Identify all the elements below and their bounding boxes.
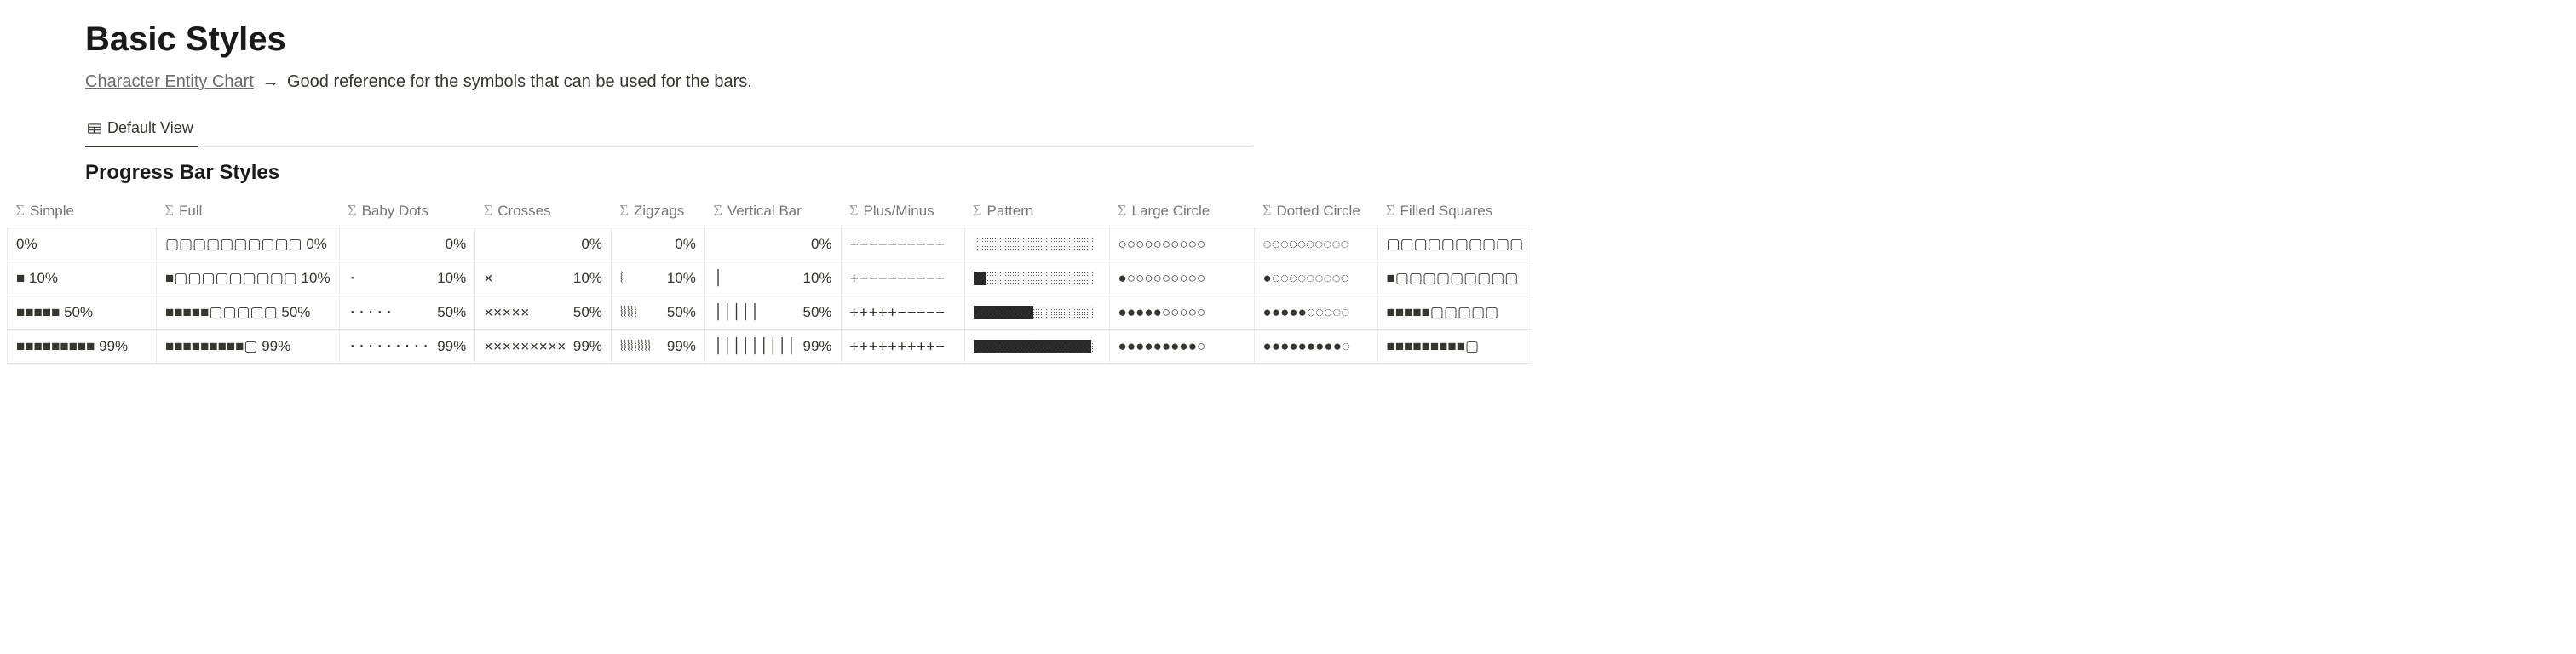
cell: ■▢▢▢▢▢▢▢▢▢ 10% (157, 261, 340, 295)
cell: ■■■■■▢▢▢▢▢ (1377, 295, 1532, 330)
cell: ●●●●●●●●●○ (1109, 330, 1254, 364)
col-crosses[interactable]: ΣCrosses (475, 195, 612, 227)
progress-bar-table: ΣSimple ΣFull ΣBaby Dots ΣCrosses ΣZigza… (7, 195, 1532, 364)
col-pattern[interactable]: ΣPattern (964, 195, 1109, 227)
cell: ●●●●●○○○○○ (1109, 295, 1254, 330)
table-row[interactable]: ■ 10%■▢▢▢▢▢▢▢▢▢ 10%·10%×10%⦚10%│10%+−−−−… (8, 261, 1532, 295)
cell: ⦚10% (611, 261, 704, 295)
col-vertical-bar[interactable]: ΣVertical Bar (704, 195, 841, 227)
table-row[interactable]: ■■■■■ 50%■■■■■▢▢▢▢▢ 50%·····50%×××××50%⦚… (8, 295, 1532, 330)
col-simple[interactable]: ΣSimple (8, 195, 157, 227)
cell: ▢▢▢▢▢▢▢▢▢▢ (1377, 227, 1532, 261)
cell (964, 261, 1109, 295)
col-zigzags[interactable]: ΣZigzags (611, 195, 704, 227)
view-tabs: Default View (85, 112, 1252, 147)
cell: ×××××50% (475, 295, 612, 330)
cell: ■■■■■■■■■▢ (1377, 330, 1532, 364)
table-header-row: ΣSimple ΣFull ΣBaby Dots ΣCrosses ΣZigza… (8, 195, 1532, 227)
cell: ■▢▢▢▢▢▢▢▢▢ (1377, 261, 1532, 295)
col-large-circle[interactable]: ΣLarge Circle (1109, 195, 1254, 227)
cell: ·····50% (339, 295, 475, 330)
cell: ⦚⦚⦚⦚⦚50% (611, 295, 704, 330)
col-baby-dots[interactable]: ΣBaby Dots (339, 195, 475, 227)
cell: │10% (704, 261, 841, 295)
cell: ●●●●●◌◌◌◌◌ (1254, 295, 1377, 330)
cell: −−−−−−−−−− (841, 227, 964, 261)
col-filled-squares[interactable]: ΣFilled Squares (1377, 195, 1532, 227)
cell: │││││││││99% (704, 330, 841, 364)
tab-label: Default View (107, 119, 193, 137)
cell: 0% (704, 227, 841, 261)
page-title: Basic Styles (85, 20, 2576, 59)
cell: 0% (475, 227, 612, 261)
cell: 0% (8, 227, 157, 261)
cell: │││││50% (704, 295, 841, 330)
cell: ○○○○○○○○○○ (1109, 227, 1254, 261)
cell: +++++++++− (841, 330, 964, 364)
cell: ■■■■■▢▢▢▢▢ 50% (157, 295, 340, 330)
cell: 0% (339, 227, 475, 261)
cell: ●●●●●●●●●◌ (1254, 330, 1377, 364)
cell (964, 295, 1109, 330)
cell: ■■■■■ 50% (8, 295, 157, 330)
cell: 0% (611, 227, 704, 261)
cell (964, 227, 1109, 261)
cell: ■■■■■■■■■▢ 99% (157, 330, 340, 364)
cell: ●◌◌◌◌◌◌◌◌◌ (1254, 261, 1377, 295)
cell: ▢▢▢▢▢▢▢▢▢▢ 0% (157, 227, 340, 261)
tab-default-view[interactable]: Default View (85, 112, 198, 147)
cell: ■■■■■■■■■ 99% (8, 330, 157, 364)
cell: ·········99% (339, 330, 475, 364)
subtitle: Character Entity Chart → Good reference … (85, 72, 2576, 92)
cell: ⦚⦚⦚⦚⦚⦚⦚⦚⦚99% (611, 330, 704, 364)
cell: ·10% (339, 261, 475, 295)
cell: ◌◌◌◌◌◌◌◌◌◌ (1254, 227, 1377, 261)
table-icon (87, 121, 102, 136)
cell: ×××××××××99% (475, 330, 612, 364)
col-dotted-circle[interactable]: ΣDotted Circle (1254, 195, 1377, 227)
cell: ●○○○○○○○○○ (1109, 261, 1254, 295)
table-row[interactable]: ■■■■■■■■■ 99%■■■■■■■■■▢ 99%·········99%×… (8, 330, 1532, 364)
table-title: Progress Bar Styles (85, 161, 2576, 185)
cell: +−−−−−−−−− (841, 261, 964, 295)
table-row[interactable]: 0%▢▢▢▢▢▢▢▢▢▢ 0%0%0%0%0%−−−−−−−−−−○○○○○○○… (8, 227, 1532, 261)
cell: +++++−−−−− (841, 295, 964, 330)
arrow-icon: → (262, 72, 279, 91)
char-entity-link[interactable]: Character Entity Chart (85, 72, 254, 91)
col-full[interactable]: ΣFull (157, 195, 340, 227)
cell: ×10% (475, 261, 612, 295)
col-plus-minus[interactable]: ΣPlus/Minus (841, 195, 964, 227)
cell: ■ 10% (8, 261, 157, 295)
cell (964, 330, 1109, 364)
subtitle-text: Good reference for the symbols that can … (287, 72, 752, 91)
